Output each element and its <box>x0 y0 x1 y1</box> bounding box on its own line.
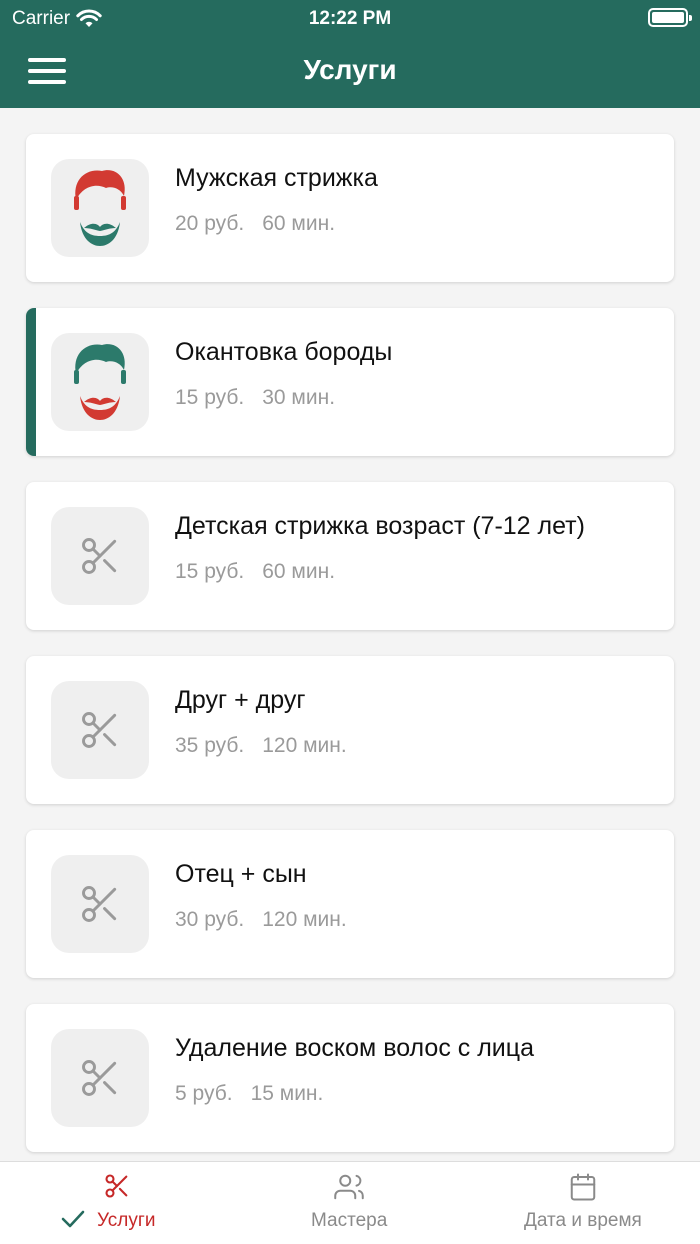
service-name: Мужская стрижка <box>175 164 378 192</box>
service-price: 20 руб. <box>175 212 245 235</box>
scissors-icon <box>105 1174 128 1198</box>
scissors-icon <box>82 886 117 922</box>
tab-masters[interactable]: Мастера <box>233 1162 466 1244</box>
service-name: Отец + сын <box>175 860 307 888</box>
service-thumbnail <box>51 159 149 257</box>
service-meta: 35 руб. 120 мин. <box>175 734 347 758</box>
service-duration: 30 мин. <box>262 386 336 409</box>
service-thumbnail <box>51 333 149 431</box>
service-card[interactable]: Детская стрижка возраст (7-12 лет) 15 ру… <box>26 482 674 630</box>
tab-services-label: Услуги <box>97 1210 156 1231</box>
service-name: Детская стрижка возраст (7-12 лет) <box>175 512 585 540</box>
service-price: 35 руб. <box>175 734 245 757</box>
tab-datetime-label: Дата и время <box>524 1210 642 1231</box>
service-thumbnail <box>51 681 149 779</box>
service-price: 15 руб. <box>175 386 245 409</box>
service-thumbnail <box>51 507 149 605</box>
battery-icon <box>648 8 692 27</box>
service-name: Окантовка бороды <box>175 338 393 366</box>
service-duration: 15 мин. <box>250 1082 324 1105</box>
service-meta: 15 руб. 60 мин. <box>175 560 335 584</box>
service-price: 30 руб. <box>175 908 245 931</box>
service-name: Удаление воском волос с лица <box>175 1034 534 1062</box>
barber-green-hair-icon <box>74 344 126 420</box>
service-price: 5 руб. <box>175 1082 233 1105</box>
service-card-selected[interactable]: Окантовка бороды 15 руб. 30 мин. <box>26 308 674 456</box>
service-card[interactable]: Удаление воском волос с лица 5 руб. 15 ми… <box>26 1004 674 1152</box>
status-bar: Carrier 12:22 PM <box>0 0 700 36</box>
calendar-icon <box>570 1173 596 1201</box>
service-meta: 15 руб. 30 мин. <box>175 386 335 410</box>
clock: 12:22 PM <box>308 8 392 29</box>
service-meta: 30 руб. 120 мин. <box>175 908 347 932</box>
barber-red-hair-icon <box>74 170 126 246</box>
service-thumbnail <box>51 1029 149 1127</box>
app-header: Carrier 12:22 PM Услуги <box>0 0 700 108</box>
users-icon <box>334 1174 364 1200</box>
service-duration: 120 мин. <box>262 908 347 931</box>
service-duration: 120 мин. <box>262 734 347 757</box>
tab-datetime[interactable]: Дата и время <box>466 1162 700 1244</box>
bottom-tab-bar: Услуги Мастера Дата и время <box>0 1161 700 1244</box>
scissors-icon <box>82 712 117 748</box>
services-list: Мужская стрижка 20 руб. 60 мин. Окантовка… <box>26 134 674 1178</box>
service-meta: 20 руб. 60 мин. <box>175 212 335 236</box>
service-card[interactable]: Мужская стрижка 20 руб. 60 мин. <box>26 134 674 282</box>
service-card[interactable]: Отец + сын 30 руб. 120 мин. <box>26 830 674 978</box>
service-duration: 60 мин. <box>262 560 336 583</box>
tab-masters-label: Мастера <box>311 1210 388 1231</box>
service-duration: 60 мин. <box>262 212 336 235</box>
service-name: Друг + друг <box>175 686 306 714</box>
scissors-icon <box>82 1060 117 1096</box>
scissors-icon <box>82 538 117 574</box>
service-meta: 5 руб. 15 мин. <box>175 1082 323 1106</box>
checkmark-icon <box>61 1210 85 1228</box>
page-title: Услуги <box>303 54 397 85</box>
service-price: 15 руб. <box>175 560 245 583</box>
service-thumbnail <box>51 855 149 953</box>
service-card[interactable]: Друг + друг 35 руб. 120 мин. <box>26 656 674 804</box>
tab-services[interactable]: Услуги <box>0 1162 233 1244</box>
